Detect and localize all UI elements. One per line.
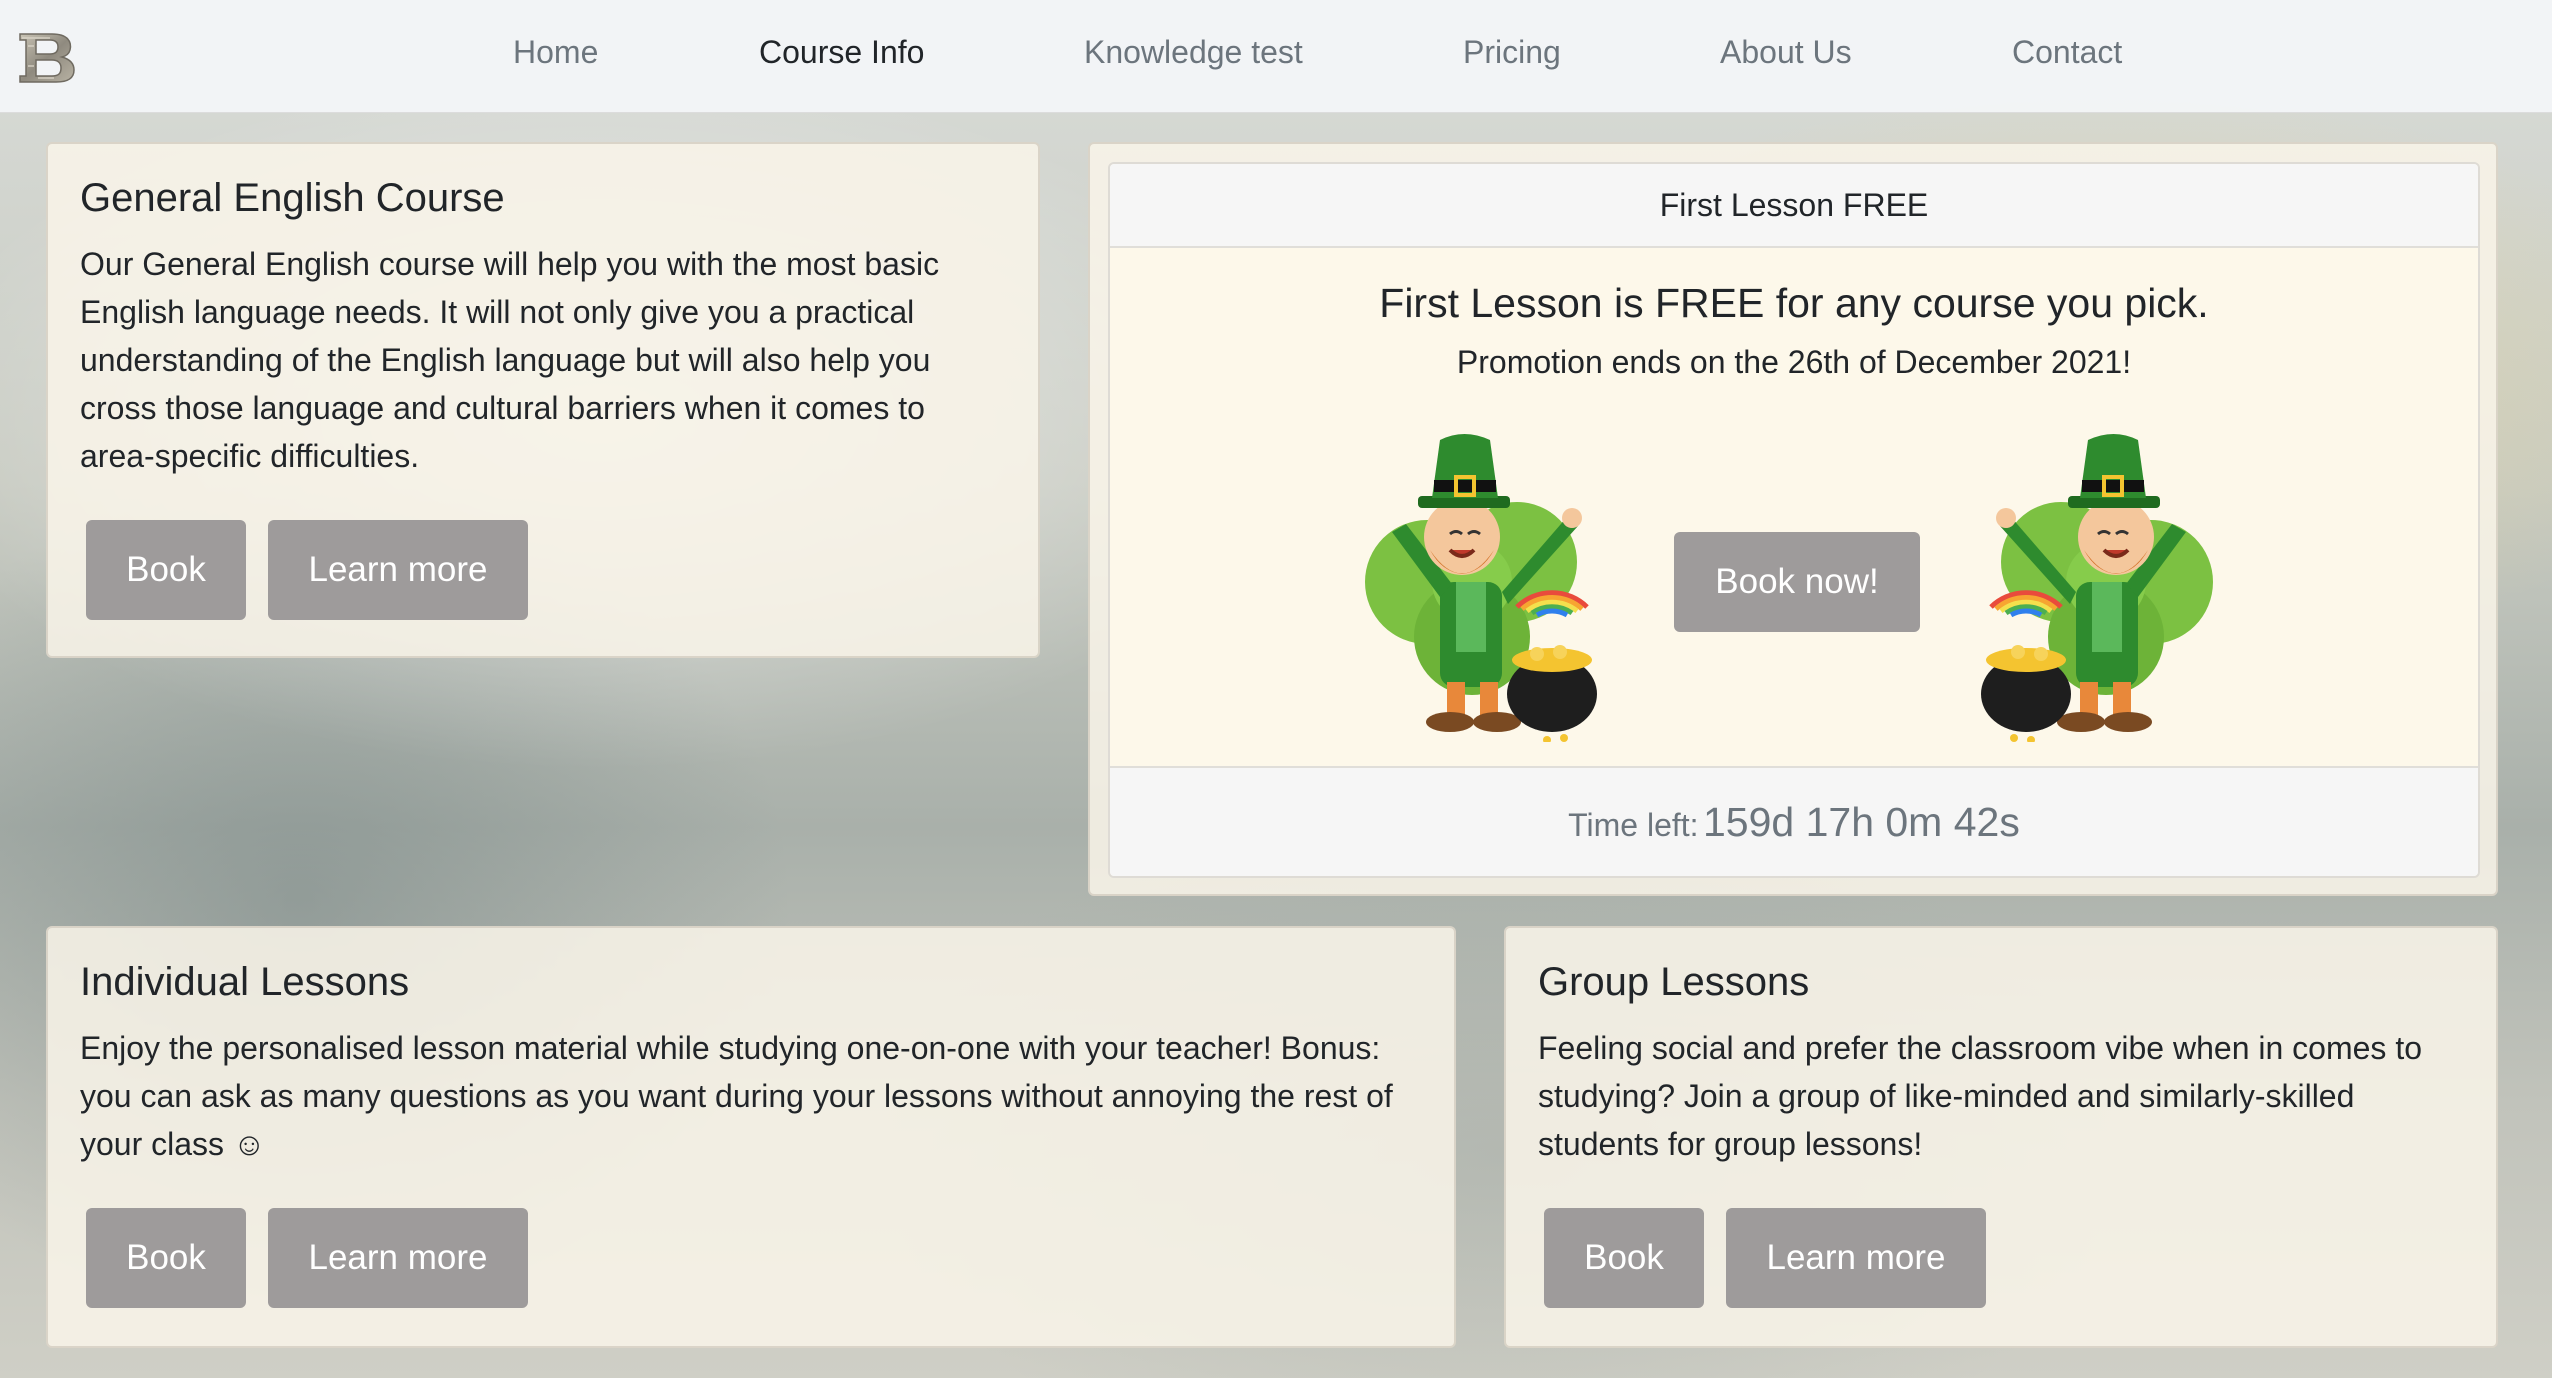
book-button[interactable]: Book xyxy=(1544,1208,1704,1308)
countdown: Time left: 159d 17h 0m 42s xyxy=(1110,766,2478,876)
nav-contact[interactable]: Contact xyxy=(2012,34,2122,71)
time-left-value: 159d 17h 0m 42s xyxy=(1702,799,2020,845)
book-now-button[interactable]: Book now! xyxy=(1674,532,1920,632)
promo-headline: First Lesson is FREE for any course you … xyxy=(1379,280,2209,326)
promo-panel: First Lesson FREE First Lesson is FREE f… xyxy=(1108,162,2480,878)
card-title: General English Course xyxy=(80,176,505,220)
card-text: Enjoy the personalised lesson material w… xyxy=(80,1030,1393,1162)
card-title: Individual Lessons xyxy=(80,960,410,1004)
brand-logo-icon[interactable] xyxy=(14,30,78,84)
individual-lessons-card: Individual Lessons Enjoy the personalise… xyxy=(46,926,1456,1348)
navbar: Home Course Info Knowledge test Pricing … xyxy=(0,0,2552,113)
card-text: Our General English course will help you… xyxy=(80,246,940,474)
leprechaun-left-image xyxy=(1365,434,1597,742)
learn-more-button[interactable]: Learn more xyxy=(268,520,528,620)
nav-knowledge-test[interactable]: Knowledge test xyxy=(1084,34,1303,71)
promo-header: First Lesson FREE xyxy=(1110,164,2478,248)
learn-more-button[interactable]: Learn more xyxy=(268,1208,528,1308)
learn-more-button[interactable]: Learn more xyxy=(1726,1208,1986,1308)
promo-card: First Lesson FREE First Lesson is FREE f… xyxy=(1088,142,2498,896)
general-english-card: General English Course Our General Engli… xyxy=(46,142,1040,658)
promo-subtext: Promotion ends on the 26th of December 2… xyxy=(1456,344,2132,380)
nav-about-us[interactable]: About Us xyxy=(1720,34,1852,71)
card-text: Feeling social and prefer the classroom … xyxy=(1538,1030,2422,1162)
card-title: Group Lessons xyxy=(1538,960,1810,1004)
book-button[interactable]: Book xyxy=(86,520,246,620)
leprechaun-right-image xyxy=(1981,434,2213,742)
nav-course-info[interactable]: Course Info xyxy=(759,34,924,71)
book-button[interactable]: Book xyxy=(86,1208,246,1308)
group-lessons-card: Group Lessons Feeling social and prefer … xyxy=(1504,926,2498,1348)
nav-home[interactable]: Home xyxy=(513,34,598,71)
nav-pricing[interactable]: Pricing xyxy=(1463,34,1561,71)
time-left-label: Time left: xyxy=(1568,807,1699,843)
